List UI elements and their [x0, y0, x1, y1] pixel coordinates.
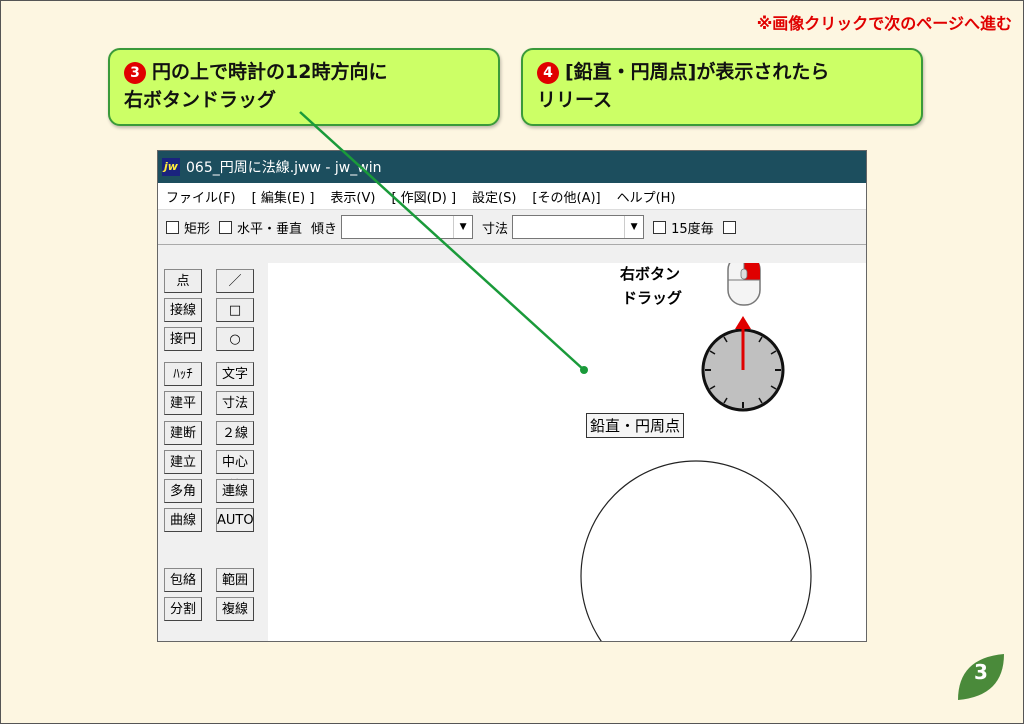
dim-label: 寸法: [482, 221, 509, 237]
rect-label: 矩形: [184, 221, 211, 237]
tool-button[interactable]: 接線: [164, 298, 202, 322]
tool-button[interactable]: 分割: [164, 597, 202, 621]
callout-text-line2: 右ボタンドラッグ: [124, 89, 277, 111]
tool-button[interactable]: 建立: [164, 450, 202, 474]
tool-palette: 点 ／ 接線 □ 接円 ○ ﾊｯﾁ 文字建平寸法建断 ２線建立中心線多角形連線曲線 AUTO 包絡範…: [158, 263, 269, 641]
tool-button[interactable]: 中心線: [216, 450, 254, 494]
checkbox-box[interactable]: [653, 220, 667, 234]
tool-button[interactable]: 点: [164, 269, 202, 293]
window-titlebar[interactable]: jw 065_円周に法線.jww - jw_win: [158, 151, 866, 183]
step-number-badge: 4: [537, 62, 559, 84]
tool-button[interactable]: AUTO: [216, 508, 254, 532]
tool-button[interactable]: ／: [216, 269, 254, 293]
dropdown-arrow-icon[interactable]: ▼: [453, 216, 472, 238]
callout-text-line2: リリース: [537, 89, 613, 111]
control-bar: 矩形 水平・垂直 傾き ▼ 寸法 ▼ 15度毎: [158, 210, 866, 245]
snap-tooltip: 鉛直・円周点: [586, 413, 685, 438]
tool-button[interactable]: 寸法: [216, 391, 254, 415]
tool-button[interactable]: 接円: [164, 327, 202, 351]
rect-checkbox[interactable]: 矩形: [166, 218, 210, 237]
window-title: 065_円周に法線.jww - jw_win: [186, 160, 382, 176]
checkbox-box[interactable]: [166, 220, 179, 234]
tool-button[interactable]: ○: [216, 327, 254, 351]
tool-button[interactable]: 範囲: [216, 568, 254, 592]
tool-button[interactable]: 包絡: [164, 568, 202, 592]
tool-button[interactable]: 多角形: [164, 479, 202, 523]
drag-instruction-label: 右ボタン ドラッグ: [620, 262, 682, 310]
menu-settings[interactable]: 設定(S): [464, 187, 524, 206]
drawing-svg: [580, 254, 812, 641]
jw-win-window: jw 065_円周に法線.jww - jw_win ファイル(F) [ 編集(E…: [157, 150, 867, 642]
callout-step-4: 4 [鉛直・円周点]が表示されたら リリース: [521, 48, 923, 126]
tool-button[interactable]: 建断: [164, 421, 202, 445]
callout-text-line1: 円の上で時計の12時方向に: [152, 61, 388, 83]
menu-draw[interactable]: [ 作図(D) ]: [383, 187, 464, 206]
menu-edit[interactable]: [ 編集(E) ]: [244, 187, 323, 206]
deg15-label: 15度毎: [671, 221, 714, 237]
menu-help[interactable]: ヘルプ(H): [609, 187, 684, 206]
tool-button[interactable]: ２線: [216, 421, 254, 445]
dropdown-arrow-icon[interactable]: ▼: [624, 216, 643, 238]
deg15-checkbox[interactable]: 15度毎: [653, 218, 714, 237]
drag-label-line2: ドラッグ: [622, 289, 683, 307]
drawing-canvas[interactable]: [268, 254, 866, 641]
hv-checkbox[interactable]: 水平・垂直: [219, 218, 302, 237]
tilt-combobox[interactable]: ▼: [341, 215, 474, 239]
menu-file[interactable]: ファイル(F): [158, 187, 244, 206]
tool-button[interactable]: 文字: [216, 362, 254, 386]
page-number: 3: [974, 660, 988, 684]
tilt-field: 傾き ▼: [311, 215, 474, 239]
hv-label: 水平・垂直: [237, 221, 303, 237]
dim-field: 寸法 ▼: [482, 215, 645, 239]
tilt-label: 傾き: [311, 221, 338, 237]
drag-label-line1: 右ボタン: [620, 265, 681, 283]
next-page-note[interactable]: ※画像クリックで次のページへ進む: [757, 10, 1012, 34]
callout-text-line1: [鉛直・円周点]が表示されたら: [565, 61, 830, 83]
tool-button[interactable]: 建平: [164, 391, 202, 415]
step-number-badge: 3: [124, 62, 146, 84]
menu-view[interactable]: 表示(V): [322, 187, 383, 206]
tool-button[interactable]: 複線: [216, 597, 254, 621]
checkbox-box[interactable]: [722, 220, 736, 234]
drawn-circle: [580, 460, 812, 641]
checkbox-box[interactable]: [219, 220, 233, 234]
jw-app-icon: jw: [162, 158, 180, 176]
callout-step-3: 3 円の上で時計の12時方向に 右ボタンドラッグ: [108, 48, 500, 126]
mouse-icon: [727, 254, 761, 306]
tool-button[interactable]: □: [216, 298, 254, 322]
menu-other[interactable]: [その他(A)]: [524, 187, 608, 206]
dim-combobox[interactable]: ▼: [512, 215, 645, 239]
menu-bar: ファイル(F) [ 編集(E) ] 表示(V) [ 作図(D) ] 設定(S) …: [158, 183, 866, 210]
tool-button[interactable]: 連線: [216, 479, 254, 503]
tool-button[interactable]: 曲線: [164, 508, 202, 532]
tool-button[interactable]: ﾊｯﾁ: [164, 362, 202, 386]
